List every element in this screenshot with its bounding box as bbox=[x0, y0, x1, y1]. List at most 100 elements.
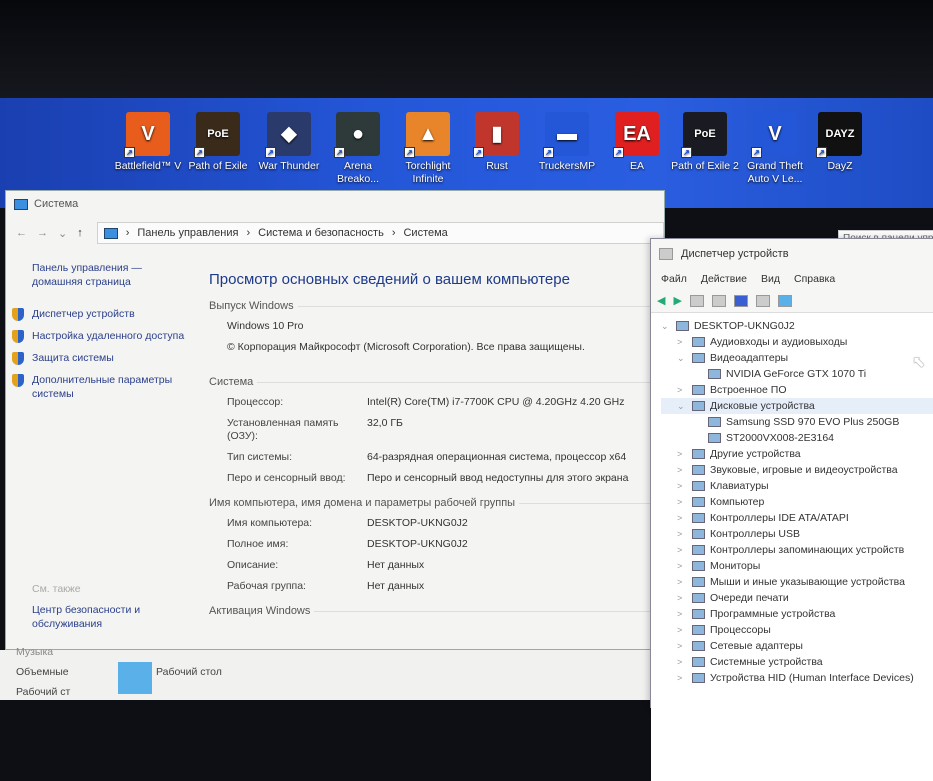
tree-node[interactable]: Samsung SSD 970 EVO Plus 250GB bbox=[661, 414, 933, 430]
forward-icon[interactable]: ▶ bbox=[673, 294, 681, 307]
up-icon[interactable]: ↑ bbox=[77, 227, 83, 239]
advanced-settings-link[interactable]: Дополнительные параметры системы bbox=[12, 373, 191, 401]
desktop-shortcut[interactable]: ▬ ↗ TruckersMP bbox=[531, 112, 603, 173]
toolbar: ◀ ▶ bbox=[651, 289, 933, 313]
desktop-shortcut[interactable]: PoE ↗ Path of Exile 2 bbox=[669, 112, 741, 173]
device-manager-link[interactable]: Диспетчер устройств bbox=[12, 307, 191, 321]
title-bar: Система bbox=[6, 191, 664, 217]
tree-node[interactable]: > Контроллеры USB bbox=[661, 526, 933, 542]
expand-icon[interactable]: > bbox=[677, 657, 687, 667]
shortcut-label: Path of Exile bbox=[188, 160, 248, 172]
desktop-shortcut[interactable]: EA ↗ EA bbox=[601, 112, 673, 173]
tree-node[interactable]: > Контроллеры запоминающих устройств bbox=[661, 542, 933, 558]
expand-icon[interactable]: > bbox=[677, 481, 687, 491]
expand-icon[interactable]: > bbox=[677, 497, 687, 507]
menu-help[interactable]: Справка bbox=[794, 273, 835, 285]
breadcrumb-system[interactable]: Система bbox=[403, 227, 447, 239]
nav-item-desktop[interactable]: Рабочий ст bbox=[16, 686, 70, 698]
expand-icon[interactable]: > bbox=[677, 545, 687, 555]
expand-icon[interactable]: > bbox=[677, 449, 687, 459]
menu-action[interactable]: Действие bbox=[701, 273, 747, 285]
nav-item-3d-objects[interactable]: Объемные bbox=[16, 666, 69, 678]
breadcrumb-control-panel[interactable]: Панель управления bbox=[137, 227, 238, 239]
tree-node[interactable]: > Клавиатуры bbox=[661, 478, 933, 494]
tree-node[interactable]: > Сетевые адаптеры bbox=[661, 638, 933, 654]
expand-icon[interactable]: > bbox=[677, 465, 687, 475]
tree-node[interactable]: > Звуковые, игровые и видеоустройства bbox=[661, 462, 933, 478]
expand-icon[interactable]: > bbox=[677, 561, 687, 571]
tree-node[interactable]: ⌄ Дисковые устройства bbox=[661, 398, 933, 414]
device-tree: ⌄ DESKTOP-UKNG0J2 > Аудиовходы и аудиовыход… bbox=[651, 313, 933, 781]
properties-icon[interactable] bbox=[689, 294, 704, 307]
back-icon[interactable]: ← bbox=[16, 227, 27, 239]
tree-node[interactable]: > Мониторы bbox=[661, 558, 933, 574]
desktop-shortcut[interactable]: PoE ↗ Path of Exile bbox=[182, 112, 254, 173]
folder-icon bbox=[118, 662, 152, 694]
device-icon bbox=[692, 561, 705, 571]
shortcut-label: War Thunder bbox=[258, 160, 320, 172]
help-icon[interactable] bbox=[733, 294, 748, 307]
menu-file[interactable]: Файл bbox=[661, 273, 687, 285]
app-icon: ▬ ↗ bbox=[543, 112, 589, 158]
expand-icon[interactable]: > bbox=[677, 625, 687, 635]
title-bar: Диспетчер устройств bbox=[651, 239, 933, 269]
folder-desktop[interactable]: Рабочий стол bbox=[156, 666, 222, 678]
tree-node[interactable]: ⌄ Видеоадаптеры bbox=[661, 350, 933, 366]
desktop-shortcut[interactable]: V ↗ Grand Theft Auto V Le... bbox=[739, 112, 811, 186]
info-row: Перо и сенсорный ввод: Перо и сенсорный в… bbox=[227, 472, 629, 484]
menu-view[interactable]: Вид bbox=[761, 273, 780, 285]
tree-node[interactable]: > Программные устройства bbox=[661, 606, 933, 622]
system-protection-link[interactable]: Защита системы bbox=[12, 351, 191, 365]
expand-icon[interactable]: > bbox=[677, 577, 687, 587]
recent-dropdown-icon[interactable]: ⌄ bbox=[58, 227, 67, 240]
tree-node[interactable]: > Компьютер bbox=[661, 494, 933, 510]
control-panel-icon bbox=[103, 227, 118, 239]
desktop-shortcut[interactable]: ◆ ↗ War Thunder bbox=[253, 112, 325, 173]
expand-icon[interactable]: > bbox=[677, 673, 687, 683]
expand-icon[interactable]: > bbox=[677, 337, 687, 347]
tree-node[interactable]: ST2000VX008-2E3164 bbox=[661, 430, 933, 446]
tree-node[interactable]: > Мыши и иные указывающие устройства bbox=[661, 574, 933, 590]
scan-hardware-icon[interactable] bbox=[777, 294, 792, 307]
tree-node[interactable]: ⌄ DESKTOP-UKNG0J2 bbox=[661, 318, 933, 334]
device-icon bbox=[692, 513, 705, 523]
desktop-shortcut[interactable]: ● ↗ Arena Breako... bbox=[322, 112, 394, 186]
tree-node[interactable]: > Аудиовходы и аудиовыходы bbox=[661, 334, 933, 350]
expand-icon[interactable]: > bbox=[677, 593, 687, 603]
desktop-shortcut[interactable]: ▲ ↗ Torchlight Infinite bbox=[392, 112, 464, 186]
tree-node[interactable]: > Процессоры bbox=[661, 622, 933, 638]
expand-icon[interactable]: > bbox=[677, 641, 687, 651]
update-driver-icon[interactable] bbox=[711, 294, 726, 307]
remote-settings-link[interactable]: Настройка удаленного доступа bbox=[12, 329, 191, 343]
desktop-shortcut[interactable]: DAYZ ↗ DayZ bbox=[804, 112, 876, 173]
tree-node[interactable]: > Системные устройства bbox=[661, 654, 933, 670]
back-icon[interactable]: ◀ bbox=[657, 294, 665, 307]
desktop-shortcut[interactable]: ▮ ↗ Rust bbox=[461, 112, 533, 173]
tree-node[interactable]: > Устройства HID (Human Interface Devices… bbox=[661, 670, 933, 686]
security-center-link[interactable]: Центр безопасности и обслуживания bbox=[32, 603, 162, 631]
info-row: Установленная память (ОЗУ): 32,0 ГБ bbox=[227, 417, 403, 442]
shield-icon bbox=[12, 330, 24, 343]
view-icon[interactable] bbox=[755, 294, 770, 307]
nav-item-music[interactable]: Музыка bbox=[16, 646, 53, 658]
expand-icon[interactable]: ⌄ bbox=[677, 353, 687, 364]
expand-icon[interactable]: > bbox=[677, 385, 687, 395]
expand-icon[interactable]: ⌄ bbox=[661, 321, 671, 332]
desktop-shortcut[interactable]: V ↗ Battlefield™ V bbox=[112, 112, 184, 173]
expand-icon[interactable]: > bbox=[677, 513, 687, 523]
expand-icon[interactable]: ⌄ bbox=[677, 401, 687, 412]
forward-icon[interactable]: → bbox=[37, 227, 48, 239]
expand-icon[interactable]: > bbox=[677, 529, 687, 539]
address-bar[interactable]: › Панель управления › Система и безопасно… bbox=[96, 222, 664, 244]
tree-node[interactable]: NVIDIA GeForce GTX 1070 Ti bbox=[661, 366, 933, 382]
tree-node[interactable]: > Встроенное ПО bbox=[661, 382, 933, 398]
app-icon: V ↗ bbox=[751, 112, 797, 158]
tree-node[interactable]: > Контроллеры IDE ATA/ATAPI bbox=[661, 510, 933, 526]
tree-node[interactable]: > Очереди печати bbox=[661, 590, 933, 606]
breadcrumb-security[interactable]: Система и безопасность bbox=[258, 227, 384, 239]
expand-icon[interactable]: > bbox=[677, 609, 687, 619]
tree-node[interactable]: > Другие устройства bbox=[661, 446, 933, 462]
page-title: Просмотр основных сведений о вашем компь… bbox=[209, 271, 570, 288]
control-panel-home-link[interactable]: Панель управления — домашняя страница bbox=[32, 261, 191, 289]
device-icon bbox=[692, 609, 705, 619]
